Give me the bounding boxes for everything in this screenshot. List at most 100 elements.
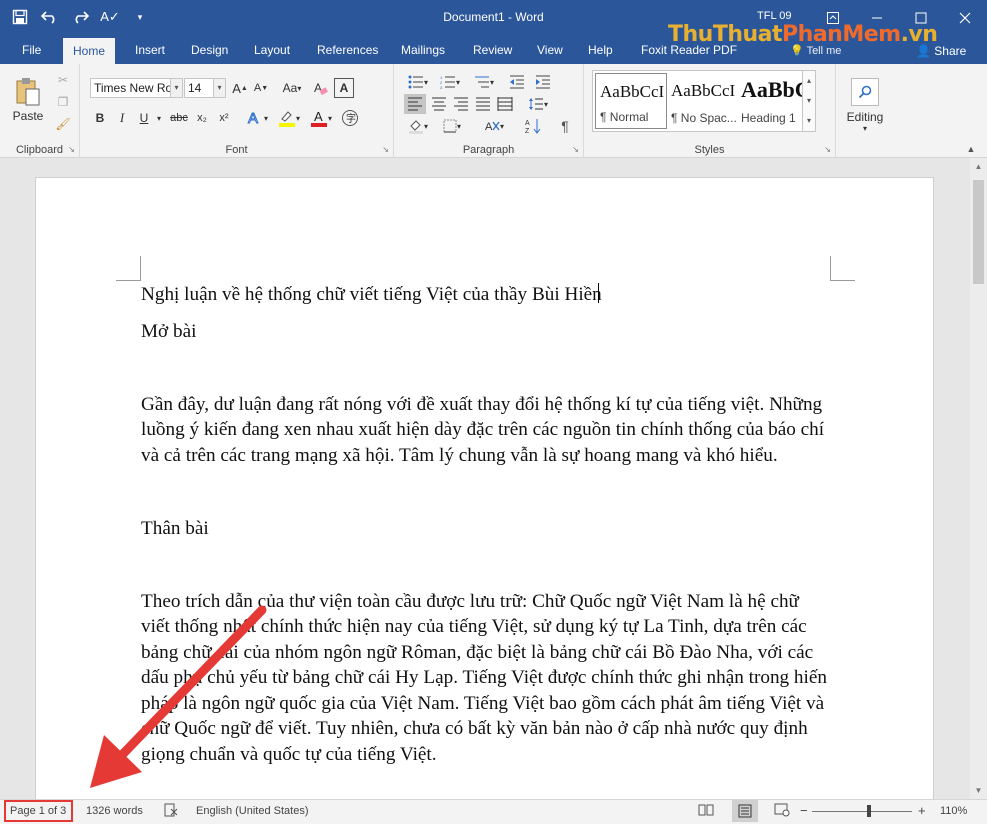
font-size-combo[interactable]: 14 ▾ bbox=[184, 78, 226, 98]
zoom-out-button[interactable]: − bbox=[800, 803, 808, 818]
tab-insert[interactable]: Insert bbox=[125, 36, 175, 64]
chevron-down-icon[interactable]: ▾ bbox=[154, 108, 164, 128]
clear-format-icon[interactable]: A bbox=[310, 78, 330, 98]
zoom-level[interactable]: 110% bbox=[940, 805, 967, 817]
tab-file[interactable]: File bbox=[12, 36, 51, 64]
enclose-chars-icon[interactable]: 字 bbox=[340, 108, 360, 128]
doc-paragraph: Theo trích dẫn của thư viện toàn cầu đượ… bbox=[141, 590, 827, 765]
print-layout-icon[interactable] bbox=[732, 800, 758, 822]
grow-font-button[interactable]: A ▲ bbox=[230, 78, 250, 98]
shrink-font-button[interactable]: A ▼ bbox=[251, 78, 271, 98]
collapse-ribbon-icon[interactable]: ▲ bbox=[962, 142, 980, 156]
scroll-up-icon[interactable]: ▲ bbox=[970, 158, 987, 175]
font-name-combo[interactable]: Times New Ro ▾ bbox=[90, 78, 183, 98]
tab-design[interactable]: Design bbox=[181, 36, 238, 64]
styles-launcher-icon[interactable]: ↘ bbox=[824, 145, 831, 154]
scroll-thumb[interactable] bbox=[973, 180, 984, 284]
zoom-in-button[interactable]: + bbox=[918, 803, 926, 818]
editing-button[interactable]: Editing ▾ bbox=[844, 70, 886, 140]
align-center-icon[interactable] bbox=[428, 94, 450, 114]
gallery-scroll[interactable]: ▴ ▾ ▾ bbox=[802, 70, 816, 132]
sort-icon[interactable]: AZ bbox=[522, 116, 544, 136]
paste-button[interactable]: Paste bbox=[8, 70, 48, 130]
chevron-down-icon[interactable]: ▾ bbox=[170, 79, 182, 97]
document-page[interactable]: Nghị luận về hệ thống chữ viết tiếng Việ… bbox=[35, 177, 934, 799]
style-preview: AaBbCcI bbox=[600, 82, 665, 101]
text-cursor bbox=[597, 283, 599, 303]
scroll-down-icon[interactable]: ▼ bbox=[970, 782, 987, 799]
vertical-scrollbar[interactable]: ▲ ▼ bbox=[970, 158, 987, 799]
zoom-slider-track[interactable] bbox=[812, 811, 912, 812]
tab-review[interactable]: Review bbox=[463, 36, 522, 64]
style-no-spacing[interactable]: AaBbCcI ¶ No Spac... bbox=[667, 73, 739, 129]
svg-text:A: A bbox=[248, 110, 258, 127]
web-layout-icon[interactable] bbox=[774, 803, 790, 820]
style-heading-1[interactable]: AaBbC Heading 1 bbox=[737, 73, 809, 129]
style-normal[interactable]: AaBbCcI ¶ Normal bbox=[595, 73, 667, 129]
tab-home[interactable]: Home bbox=[63, 38, 116, 64]
font-color-icon[interactable]: A ▾ bbox=[308, 108, 334, 128]
editing-label: Editing bbox=[846, 109, 884, 124]
strikethrough-button[interactable]: abc bbox=[168, 108, 190, 128]
decrease-indent-icon[interactable] bbox=[506, 72, 528, 92]
superscript-button[interactable]: x² bbox=[214, 108, 234, 128]
paste-icon bbox=[16, 78, 40, 106]
italic-button[interactable]: I bbox=[112, 108, 132, 128]
styles-group: AaBbCcI ¶ Normal AaBbCcI ¶ No Spac... Aa… bbox=[584, 64, 836, 158]
line-spacing-icon[interactable]: ▾ bbox=[524, 94, 552, 114]
style-name: Heading 1 bbox=[741, 111, 796, 125]
font-group-label: Font bbox=[225, 144, 248, 156]
multilevel-list-icon[interactable]: ▾ bbox=[470, 72, 498, 92]
styles-group-label: Styles bbox=[694, 144, 725, 156]
chevron-down-icon: ▾ bbox=[862, 123, 867, 133]
pilcrow-button[interactable]: ¶ bbox=[554, 116, 576, 136]
subscript-button[interactable]: x₂ bbox=[192, 108, 212, 128]
asian-layout-icon[interactable]: A ▾ bbox=[480, 116, 508, 136]
chevron-up-icon[interactable]: ▴ bbox=[803, 71, 815, 91]
clipboard-group-label: Clipboard bbox=[15, 144, 64, 156]
format-painter-icon[interactable]: 🖌 bbox=[52, 114, 74, 134]
doc-paragraph: Thân bài bbox=[141, 517, 209, 539]
shading-icon[interactable]: ▾ bbox=[404, 116, 432, 136]
read-mode-icon[interactable] bbox=[698, 803, 714, 820]
zoom-slider-thumb[interactable] bbox=[867, 805, 871, 817]
change-case-button[interactable]: Aa ▾ bbox=[278, 78, 306, 98]
chevron-down-icon[interactable]: ▾ bbox=[213, 79, 225, 97]
svg-text:A: A bbox=[485, 121, 493, 133]
increase-indent-icon[interactable] bbox=[532, 72, 554, 92]
copy-icon[interactable]: ❐ bbox=[52, 92, 74, 112]
paragraph-launcher-icon[interactable]: ↘ bbox=[572, 145, 579, 154]
distributed-icon[interactable] bbox=[494, 94, 516, 114]
svg-text:A: A bbox=[525, 120, 530, 127]
more-icon[interactable]: ▾ bbox=[803, 111, 815, 131]
chevron-down-icon[interactable]: ▾ bbox=[803, 91, 815, 111]
document-body[interactable]: Nghị luận về hệ thống chữ viết tiếng Việ… bbox=[141, 282, 831, 767]
char-border-icon[interactable]: A bbox=[334, 78, 354, 98]
tab-help[interactable]: Help bbox=[578, 36, 623, 64]
tab-layout[interactable]: Layout bbox=[244, 36, 300, 64]
align-right-icon[interactable] bbox=[450, 94, 472, 114]
document-area: Nghị luận về hệ thống chữ viết tiếng Việ… bbox=[0, 158, 987, 799]
numbering-icon[interactable]: 1 2 3 ▾ bbox=[436, 72, 464, 92]
proofing-icon[interactable] bbox=[164, 803, 178, 820]
page-count[interactable]: Page 1 of 3 bbox=[10, 805, 66, 817]
borders-icon[interactable]: ▾ bbox=[438, 116, 466, 136]
tab-mailings[interactable]: Mailings bbox=[391, 36, 455, 64]
justify-icon[interactable] bbox=[472, 94, 494, 114]
bullets-icon[interactable]: ▾ bbox=[404, 72, 432, 92]
tab-references[interactable]: References bbox=[307, 36, 388, 64]
tab-view[interactable]: View bbox=[527, 36, 573, 64]
user-name[interactable]: TFL 09 bbox=[757, 10, 791, 22]
text-effects-icon[interactable]: A ▾ bbox=[244, 108, 270, 128]
svg-text:A: A bbox=[314, 109, 323, 124]
align-left-icon[interactable] bbox=[404, 94, 426, 114]
underline-button[interactable]: U bbox=[134, 108, 154, 128]
language-indicator[interactable]: English (United States) bbox=[196, 805, 309, 817]
cut-icon[interactable]: ✂ bbox=[52, 70, 74, 90]
highlight-icon[interactable]: ▾ bbox=[276, 108, 302, 128]
bold-button[interactable]: B bbox=[90, 108, 110, 128]
close-icon[interactable] bbox=[943, 0, 987, 36]
font-launcher-icon[interactable]: ↘ bbox=[382, 145, 389, 154]
word-count[interactable]: 1326 words bbox=[86, 805, 143, 817]
clipboard-launcher-icon[interactable]: ↘ bbox=[68, 145, 75, 154]
